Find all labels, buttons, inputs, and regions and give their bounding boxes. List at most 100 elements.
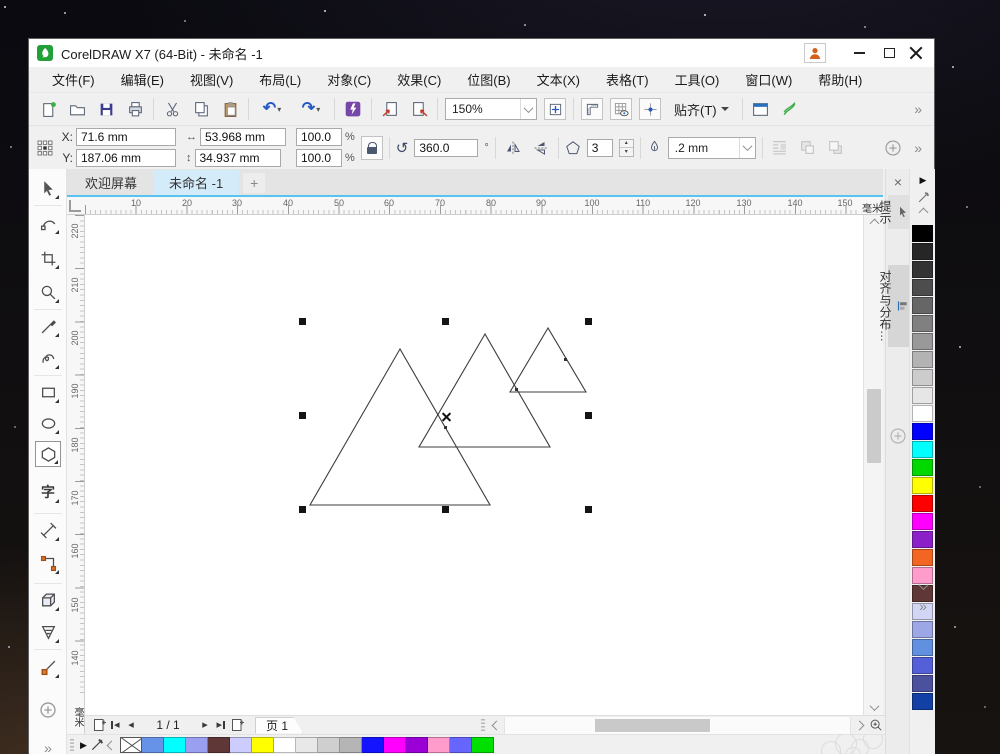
menu-text[interactable]: 文本(X) (524, 70, 593, 89)
application-launcher-button[interactable] (779, 98, 801, 120)
color-swatch[interactable] (384, 737, 406, 753)
color-swatch[interactable] (912, 279, 933, 296)
color-swatch[interactable] (164, 737, 186, 753)
paste-button[interactable] (219, 98, 241, 120)
outline-width-combobox[interactable]: .2 mm (668, 137, 756, 159)
selection-center-marker[interactable] (441, 411, 452, 422)
quick-customize-button[interactable] (882, 137, 904, 159)
color-swatch[interactable] (912, 369, 933, 386)
y-position-field[interactable]: 187.06 mm (76, 149, 176, 167)
interactive-fill-tool[interactable] (35, 654, 61, 680)
spin-down-icon[interactable]: ▾ (620, 147, 633, 156)
scroll-left-button[interactable] (488, 717, 504, 733)
connector-tool[interactable] (35, 550, 61, 576)
color-swatch[interactable] (912, 387, 933, 404)
color-swatch[interactable] (340, 737, 362, 753)
color-swatch[interactable] (912, 531, 933, 548)
text-tool[interactable]: 字 (35, 479, 61, 505)
docker-tab-hints[interactable]: 提示 (888, 195, 909, 229)
scale-h-field[interactable]: 100.0 (296, 128, 342, 146)
snap-to-dropdown[interactable]: 贴齐(T) (668, 98, 735, 120)
tab-welcome-screen[interactable]: 欢迎屏幕 (69, 170, 153, 195)
ellipse-tool[interactable] (35, 410, 61, 436)
selection-handle-bottom-right[interactable] (585, 506, 592, 513)
zoom-level-dropdown[interactable] (520, 99, 536, 119)
document-navigator-button[interactable] (867, 717, 885, 733)
export-button[interactable] (408, 98, 430, 120)
outline-width-dropdown[interactable] (739, 138, 755, 158)
menu-help[interactable]: 帮助(H) (805, 70, 875, 89)
palette-scroll-left-button[interactable] (104, 737, 120, 753)
snap-toggle-button[interactable] (639, 98, 661, 120)
new-document-tab-button[interactable]: + (243, 173, 265, 193)
import-button[interactable] (379, 98, 401, 120)
color-swatch[interactable] (406, 737, 428, 753)
triangle-medium[interactable] (419, 334, 550, 447)
color-swatch[interactable] (912, 405, 933, 422)
add-page-button[interactable] (229, 717, 245, 733)
color-swatch[interactable] (912, 261, 933, 278)
color-swatch[interactable] (186, 737, 208, 753)
menu-view[interactable]: 视图(V) (177, 70, 246, 89)
save-button[interactable] (95, 98, 117, 120)
color-swatch[interactable] (912, 513, 933, 530)
color-swatch[interactable] (912, 693, 933, 710)
zoom-level-combobox[interactable]: 150% (445, 98, 537, 120)
close-button[interactable] (904, 40, 934, 66)
menu-file[interactable]: 文件(F) (39, 70, 108, 89)
no-color-swatch[interactable] (120, 737, 142, 753)
crop-tool[interactable] (35, 245, 61, 271)
rotation-angle-field[interactable]: 360.0 (414, 139, 478, 157)
object-origin-icon[interactable] (37, 140, 53, 156)
color-swatch[interactable] (912, 495, 933, 512)
scale-v-field[interactable]: 100.0 (296, 149, 342, 167)
color-swatch[interactable] (428, 737, 450, 753)
selection-handle-middle-left[interactable] (299, 412, 306, 419)
selection-handle-top-left[interactable] (299, 318, 306, 325)
polygon-node-marker[interactable] (515, 388, 518, 391)
property-bar-overflow-button[interactable]: » (910, 140, 926, 156)
color-swatch[interactable] (912, 657, 933, 674)
eyedropper-icon[interactable] (90, 738, 104, 752)
to-front-button[interactable] (797, 137, 819, 159)
artistic-media-tool[interactable] (35, 345, 61, 371)
color-swatch[interactable] (912, 441, 933, 458)
horizontal-scrollbar-thumb[interactable] (595, 719, 710, 732)
toolbox-overflow-button[interactable]: » (35, 735, 61, 754)
selection-handle-bottom-left[interactable] (299, 506, 306, 513)
next-page-button[interactable]: ▸ (197, 717, 213, 733)
redo-button[interactable]: ↷▾ (295, 98, 327, 120)
show-grid-button[interactable] (610, 98, 632, 120)
docker-close-button[interactable]: × (886, 173, 910, 191)
previous-page-button[interactable]: ◂ (123, 717, 139, 733)
polygon-tool[interactable] (35, 441, 61, 467)
menu-table[interactable]: 表格(T) (593, 70, 662, 89)
menu-bitmaps[interactable]: 位图(B) (454, 70, 523, 89)
color-swatch[interactable] (318, 737, 340, 753)
cut-button[interactable] (161, 98, 183, 120)
mirror-horizontal-button[interactable] (502, 137, 524, 159)
selection-handle-top-middle[interactable] (442, 318, 449, 325)
transparency-tool[interactable] (35, 619, 61, 645)
menu-tools[interactable]: 工具(O) (662, 70, 733, 89)
copy-button[interactable] (190, 98, 212, 120)
color-swatch[interactable] (142, 737, 164, 753)
palette-overflow-button[interactable]: » (915, 598, 931, 614)
toolbar-overflow-button[interactable]: » (910, 101, 926, 117)
horizontal-scrollbar[interactable] (504, 717, 851, 734)
color-swatch[interactable] (912, 549, 933, 566)
x-position-field[interactable]: 71.6 mm (76, 128, 176, 146)
show-rulers-button[interactable] (581, 98, 603, 120)
menu-layout[interactable]: 布局(L) (246, 70, 314, 89)
drawing-canvas[interactable] (85, 215, 863, 715)
selection-handle-middle-right[interactable] (585, 412, 592, 419)
polygon-node-marker[interactable] (444, 426, 447, 429)
first-page-button[interactable]: ◂ (107, 717, 123, 733)
color-swatch[interactable] (252, 737, 274, 753)
palette-flyout-button[interactable]: ▶ (920, 175, 927, 186)
freehand-tool[interactable] (35, 313, 61, 339)
selection-handle-top-right[interactable] (585, 318, 592, 325)
menu-object[interactable]: 对象(C) (314, 70, 384, 89)
scrollbar-splitter-handle[interactable] (481, 719, 485, 731)
horizontal-ruler[interactable]: 10 20 30 40 50 60 70 80 90 100 110 120 1… (67, 197, 883, 215)
